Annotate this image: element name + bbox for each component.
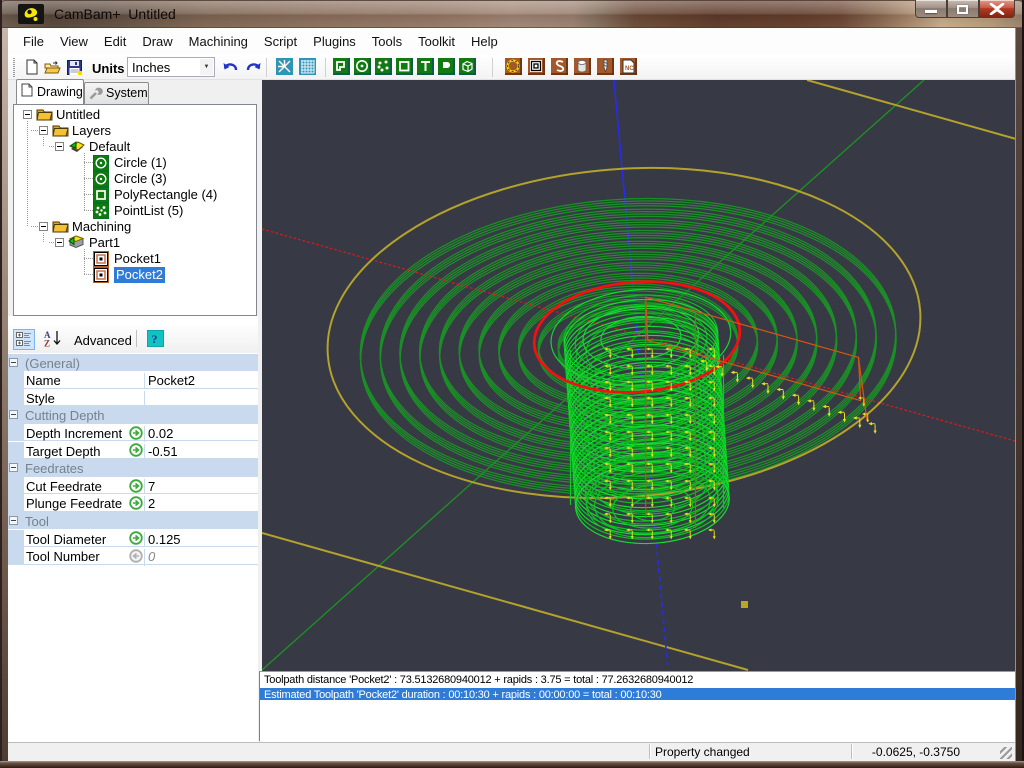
svg-text:Z: Z [44, 339, 50, 348]
svg-text:NC: NC [625, 66, 634, 72]
svg-text:?: ? [152, 332, 158, 346]
